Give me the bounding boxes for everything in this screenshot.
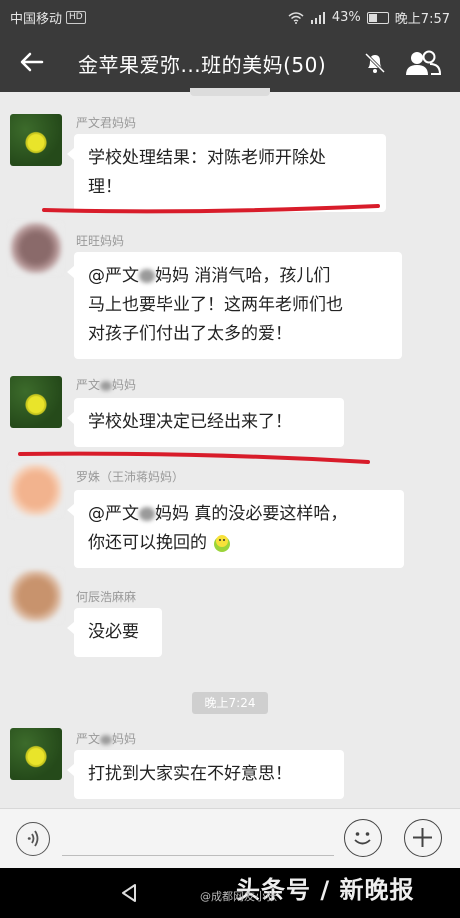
redaction-blur: [139, 507, 155, 521]
sender-name: 严文 妈妈: [76, 730, 136, 747]
message-bubble[interactable]: 没必要: [67, 608, 162, 657]
watermark-small: @成都网友小张: [200, 890, 277, 903]
plus-icon[interactable]: [404, 819, 442, 857]
battery-icon: [366, 11, 389, 24]
mention: @严文: [88, 504, 139, 524]
redaction-blur: [139, 269, 155, 283]
message-text: 你还可以挽回的: [88, 533, 207, 553]
red-underline-annotation: [18, 451, 370, 464]
chat-header: 金苹果爱弥...班的美妈(50): [0, 32, 460, 92]
sender-name-part: 严文: [76, 732, 101, 746]
nav-back-icon[interactable]: [118, 882, 140, 904]
sender-name: 严文 妈妈: [76, 376, 136, 393]
mention: @严文: [88, 266, 139, 286]
message-input[interactable]: [62, 855, 334, 856]
hd-badge: HD: [66, 11, 86, 24]
sender-name: 何辰浩麻麻: [76, 590, 137, 604]
partial-time-divider: [190, 88, 270, 96]
message-line: @严文 妈妈 消消气哈，孩儿们: [88, 262, 388, 291]
avatar[interactable]: [10, 376, 62, 428]
emoji-icon: [214, 535, 231, 552]
message-line: 理！: [88, 177, 122, 197]
voice-icon[interactable]: [16, 822, 50, 856]
wifi-icon: [288, 11, 304, 24]
sender-name: 旺旺妈妈: [76, 234, 125, 248]
clock: 晚上7:57: [394, 12, 450, 27]
message-bubble[interactable]: 学校处理决定已经出来了！: [67, 398, 344, 447]
chat-title: 金苹果爱弥...班的美妈(50): [78, 53, 327, 77]
signal-icon: [310, 11, 325, 24]
chat-area[interactable]: 严文君妈妈 学校处理结果：对陈老师开除处 理！ 旺旺妈妈 @严文 妈妈 消消气哈，…: [0, 88, 460, 808]
redaction-blur: [100, 380, 113, 391]
battery-percent: 43%: [331, 10, 361, 25]
red-underline-annotation: [42, 204, 380, 214]
message-line: 学校处理结果：对陈老师开除处: [88, 148, 326, 168]
carrier-label: 中国移动: [10, 12, 63, 27]
avatar[interactable]: [10, 728, 62, 780]
message-bubble[interactable]: @严文 妈妈 消消气哈，孩儿们 马上也要毕业了！这两年老师们也 对孩子们付出了太多…: [67, 252, 402, 359]
message-line: 你还可以挽回的: [88, 529, 390, 558]
message-bubble[interactable]: 打扰到大家实在不好意思！: [67, 750, 344, 799]
sender-name-part: 妈妈: [112, 378, 137, 392]
input-bar: [0, 808, 460, 869]
time-divider: 晚上7:24: [192, 692, 268, 714]
status-bar: 中国移动 HD 43% 晚上7:57: [0, 0, 460, 32]
sender-name-part: 严文: [76, 378, 101, 392]
avatar[interactable]: [10, 570, 62, 622]
avatar[interactable]: [10, 114, 62, 166]
message-line: 学校处理决定已经出来了！: [88, 412, 292, 432]
message-text: 妈妈 真的没必要这样哈，: [155, 504, 348, 524]
back-arrow-icon[interactable]: [18, 48, 46, 76]
message-line: 没必要: [88, 622, 139, 642]
bell-muted-icon[interactable]: [362, 50, 388, 76]
emoji-icon[interactable]: [344, 819, 382, 857]
message-line: 对孩子们付出了太多的爱！: [88, 324, 292, 344]
avatar[interactable]: [10, 464, 62, 516]
avatar[interactable]: [10, 222, 62, 274]
message-line: @严文 妈妈 真的没必要这样哈，: [88, 500, 390, 529]
sender-name: 严文君妈妈: [76, 116, 137, 130]
redaction-blur: [100, 734, 113, 745]
message-text: 妈妈 消消气哈，孩儿们: [155, 266, 331, 286]
message-line: 马上也要毕业了！这两年老师们也: [88, 295, 343, 315]
message-line: 打扰到大家实在不好意思！: [88, 764, 292, 784]
sender-name-part: 妈妈: [112, 732, 137, 746]
group-members-icon[interactable]: [405, 49, 441, 77]
message-bubble[interactable]: @严文 妈妈 真的没必要这样哈， 你还可以挽回的: [67, 490, 404, 568]
sender-name: 罗姝（王沛蒋妈妈）: [76, 470, 185, 484]
